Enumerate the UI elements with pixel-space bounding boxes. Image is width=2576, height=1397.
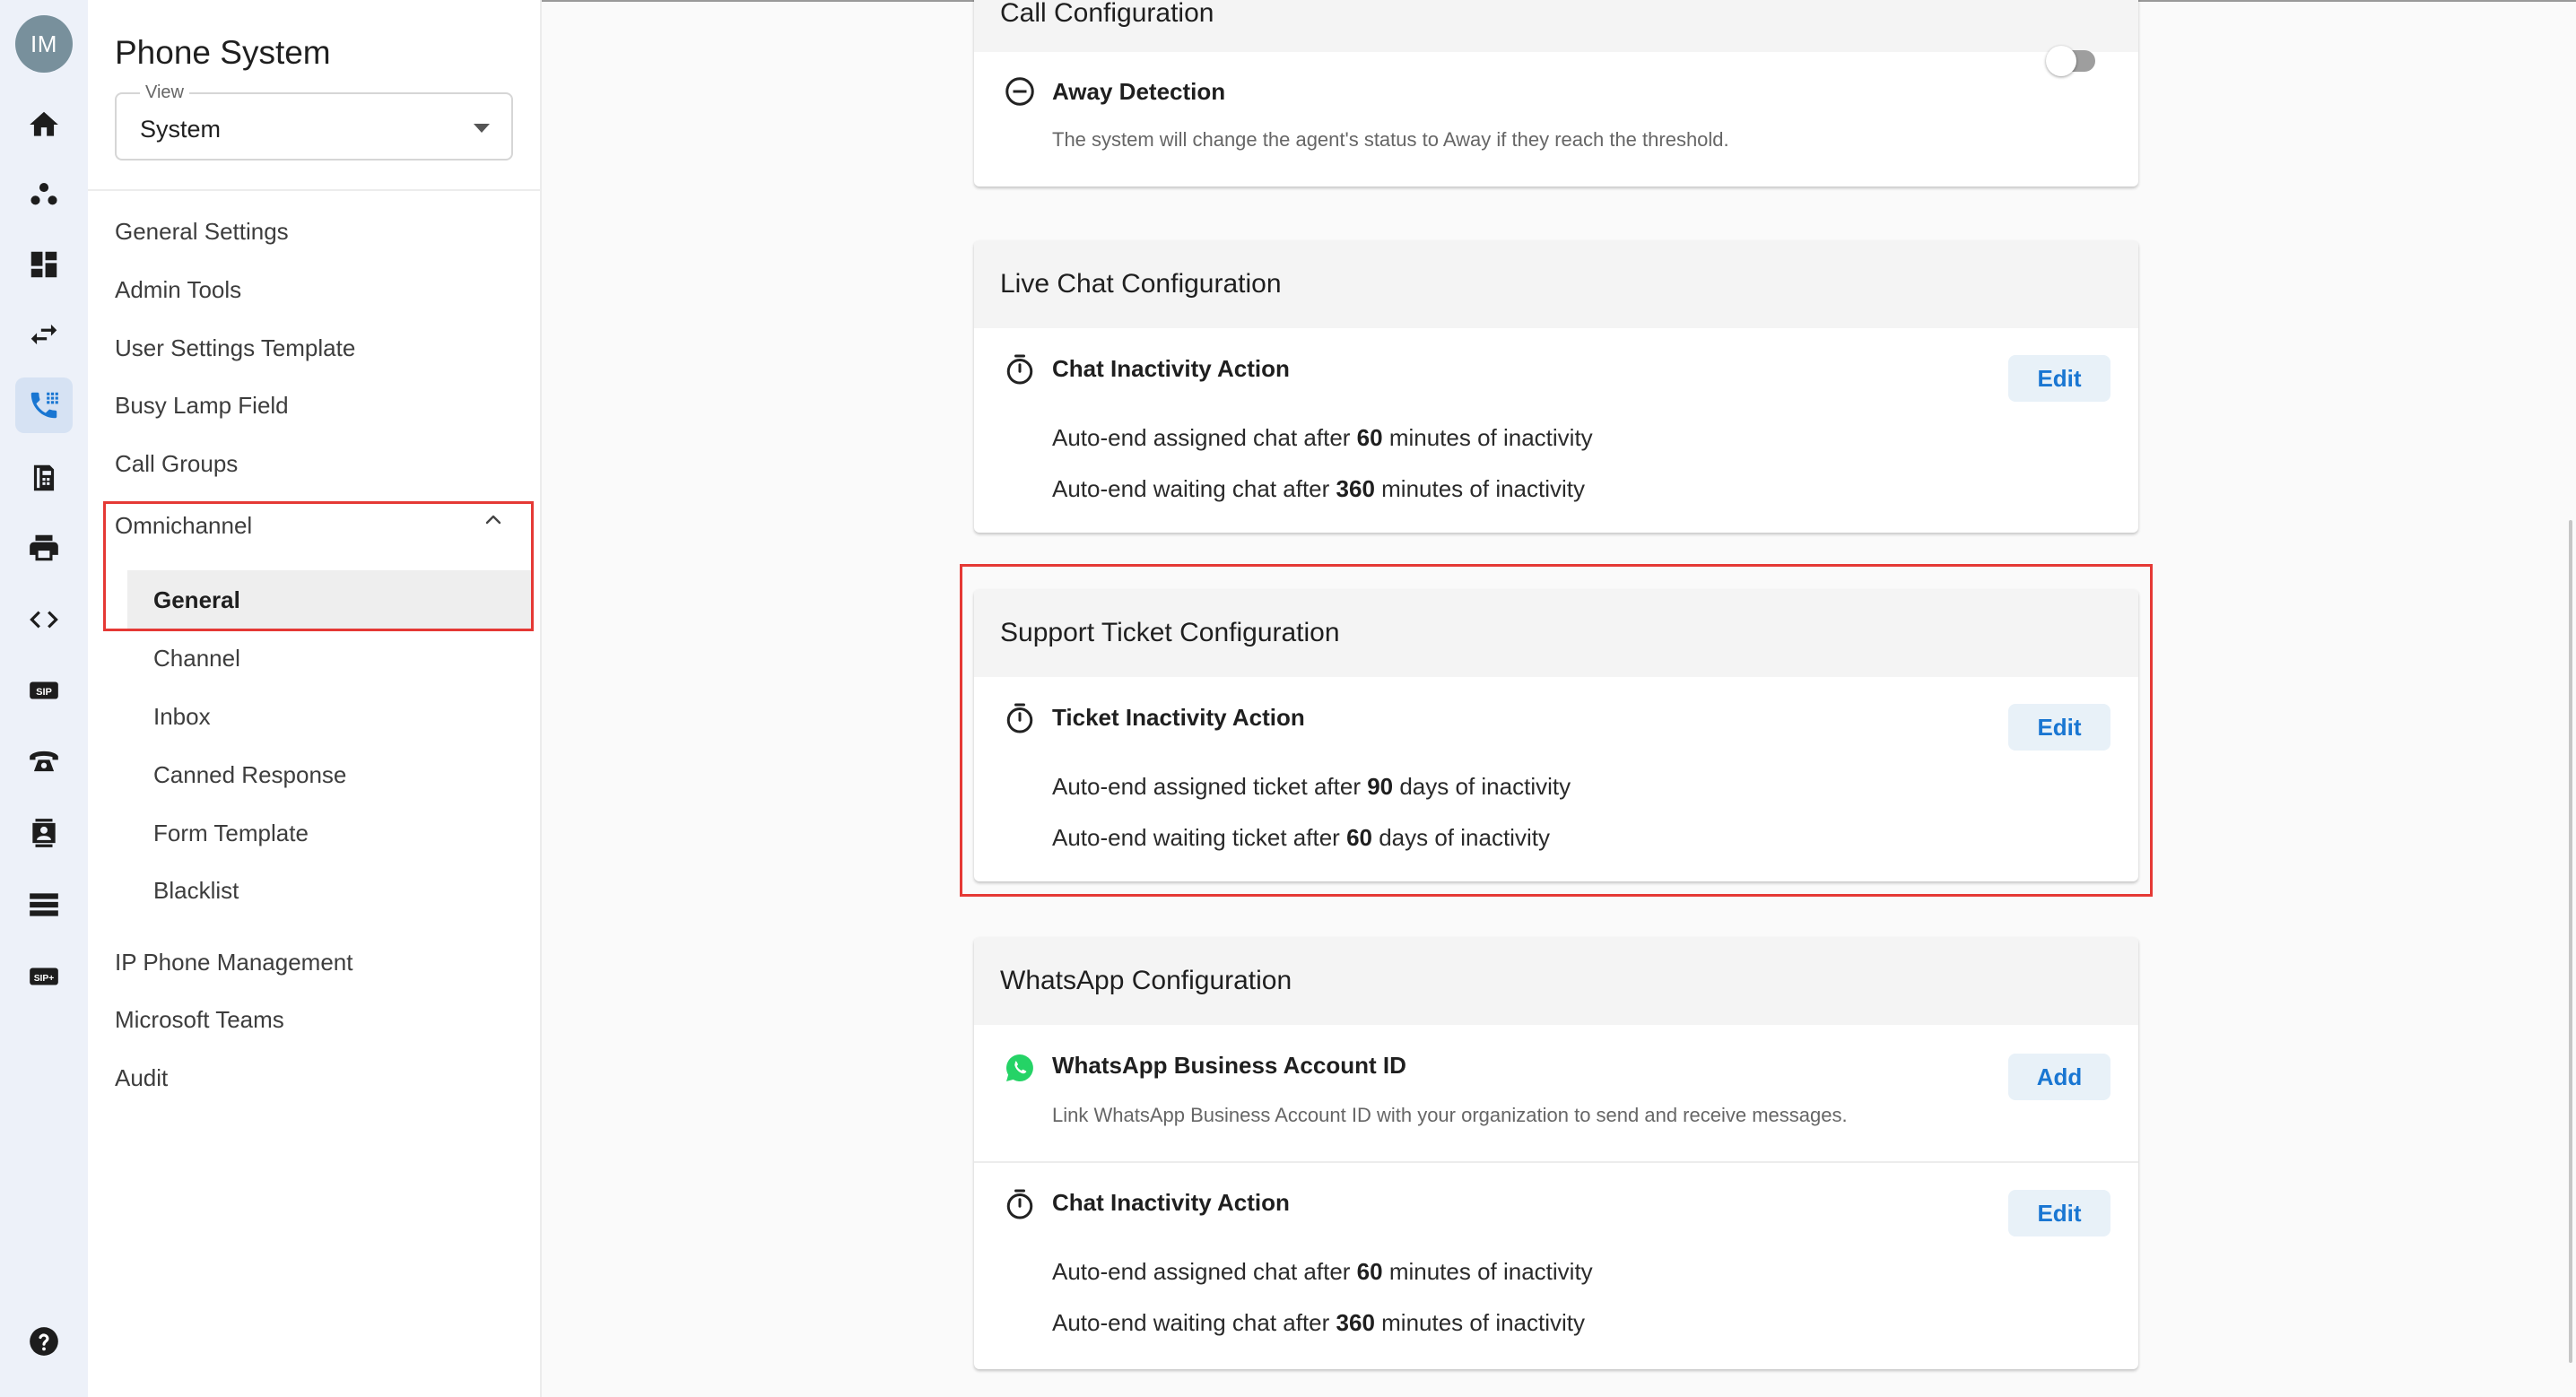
sidebar-item-admin-tools[interactable]: Admin Tools: [115, 276, 241, 304]
card-header: Live Chat Configuration: [974, 240, 2138, 328]
whatsapp-account-description: Link WhatsApp Business Account ID with y…: [1052, 1104, 1848, 1126]
storage-list-icon: [30, 893, 58, 916]
rail-storage[interactable]: [15, 877, 73, 933]
sidebar-subitem-inbox[interactable]: Inbox: [153, 703, 211, 731]
rail-fax[interactable]: [15, 450, 73, 506]
chat-inactivity-title: Chat Inactivity Action: [1052, 355, 1290, 382]
call-configuration-card: Call Configuration Away Detection The sy…: [974, 0, 2138, 187]
view-select[interactable]: View System: [115, 82, 513, 161]
whatsapp-icon: [1006, 1054, 1033, 1081]
card-header: WhatsApp Configuration: [974, 937, 2138, 1025]
group-icon: [30, 183, 57, 205]
away-detection-title: Away Detection: [1052, 78, 1226, 105]
rail-transfer[interactable]: [15, 307, 73, 362]
app-rail: IM SIP SIP+: [0, 0, 88, 1397]
svg-text:SIP: SIP: [36, 687, 52, 698]
live-chat-configuration-card: Live Chat Configuration Chat Inactivity …: [974, 240, 2138, 533]
help-icon: [30, 1327, 58, 1356]
printer-icon: [30, 534, 58, 561]
edit-button[interactable]: Edit: [2008, 355, 2110, 402]
stopwatch-icon: [1006, 1189, 1033, 1219]
transfer-arrows-icon: [30, 324, 57, 345]
whatsapp-account-title: WhatsApp Business Account ID: [1052, 1052, 1406, 1079]
rail-help[interactable]: [15, 1314, 73, 1369]
rail-code[interactable]: [15, 592, 73, 647]
waiting-chat-rule: Auto-end waiting chat after 360 minutes …: [1052, 475, 1586, 502]
highlight-support-ticket: [960, 564, 2153, 897]
toggle-thumb: [2046, 46, 2076, 76]
card-header: Call Configuration: [974, 0, 2138, 52]
whatsapp-configuration-card: WhatsApp Configuration WhatsApp Business…: [974, 937, 2138, 1369]
card-title: Live Chat Configuration: [1000, 269, 1282, 299]
sidebar-subitem-blacklist[interactable]: Blacklist: [153, 877, 239, 905]
settings-sidebar: Phone System View System General Setting…: [88, 0, 542, 1397]
highlight-omnichannel: [103, 501, 534, 631]
rail-sip-plus[interactable]: SIP+: [15, 949, 73, 1004]
assigned-chat-rule: Auto-end assigned chat after 60 minutes …: [1052, 1258, 1593, 1285]
minus-circle-icon: [1005, 77, 1034, 106]
rail-dashboard[interactable]: [15, 237, 73, 292]
edit-button[interactable]: Edit: [2008, 1190, 2110, 1236]
contact-card-icon: [32, 819, 56, 847]
rail-desk-phone[interactable]: [15, 733, 73, 789]
phone-system-icon: [30, 392, 58, 419]
caret-down-icon: [474, 124, 490, 133]
rail-groups[interactable]: [15, 167, 73, 222]
away-detection-description: The system will change the agent's statu…: [1052, 128, 1729, 151]
sidebar-item-call-groups[interactable]: Call Groups: [115, 450, 238, 478]
sidebar-divider: [88, 189, 540, 191]
view-select-label: View: [140, 82, 189, 103]
main-scrollbar[interactable]: [2569, 520, 2572, 1363]
rail-sip[interactable]: SIP: [15, 663, 73, 718]
view-select-value: System: [140, 116, 222, 143]
sidebar-item-microsoft-teams[interactable]: Microsoft Teams: [115, 1006, 284, 1034]
rail-printer[interactable]: [15, 520, 73, 576]
stopwatch-icon: [1006, 354, 1033, 385]
user-avatar[interactable]: IM: [15, 15, 73, 73]
sip-icon: SIP: [30, 681, 58, 699]
sidebar-subitem-form-template[interactable]: Form Template: [153, 820, 309, 847]
rail-phone-system[interactable]: [15, 377, 73, 433]
svg-text:SIP+: SIP+: [34, 974, 55, 984]
code-icon: [30, 611, 58, 629]
chat-inactivity-title: Chat Inactivity Action: [1052, 1189, 1290, 1216]
sidebar-title: Phone System: [115, 34, 331, 71]
sidebar-item-audit[interactable]: Audit: [115, 1064, 168, 1092]
assigned-chat-rule: Auto-end assigned chat after 60 minutes …: [1052, 424, 1593, 451]
card-title: WhatsApp Configuration: [1000, 966, 1292, 995]
desk-phone-icon: [30, 751, 58, 772]
row-divider: [974, 1161, 2138, 1163]
sip-plus-icon: SIP+: [30, 967, 58, 985]
add-button[interactable]: Add: [2008, 1054, 2110, 1100]
sidebar-item-general-settings[interactable]: General Settings: [115, 218, 289, 246]
waiting-chat-rule: Auto-end waiting chat after 360 minutes …: [1052, 1309, 1586, 1336]
dashboard-icon: [30, 251, 57, 278]
rail-contacts[interactable]: [15, 805, 73, 861]
sidebar-subitem-channel[interactable]: Channel: [153, 645, 240, 672]
card-title: Call Configuration: [1000, 0, 1214, 28]
rail-home[interactable]: [15, 97, 73, 152]
sidebar-item-ip-phone-management[interactable]: IP Phone Management: [115, 949, 352, 976]
home-icon: [30, 111, 58, 136]
sidebar-item-user-settings-template[interactable]: User Settings Template: [115, 334, 355, 362]
sidebar-item-busy-lamp-field[interactable]: Busy Lamp Field: [115, 392, 289, 420]
sidebar-subitem-canned-response[interactable]: Canned Response: [153, 761, 346, 789]
fax-machine-icon: [33, 464, 55, 491]
